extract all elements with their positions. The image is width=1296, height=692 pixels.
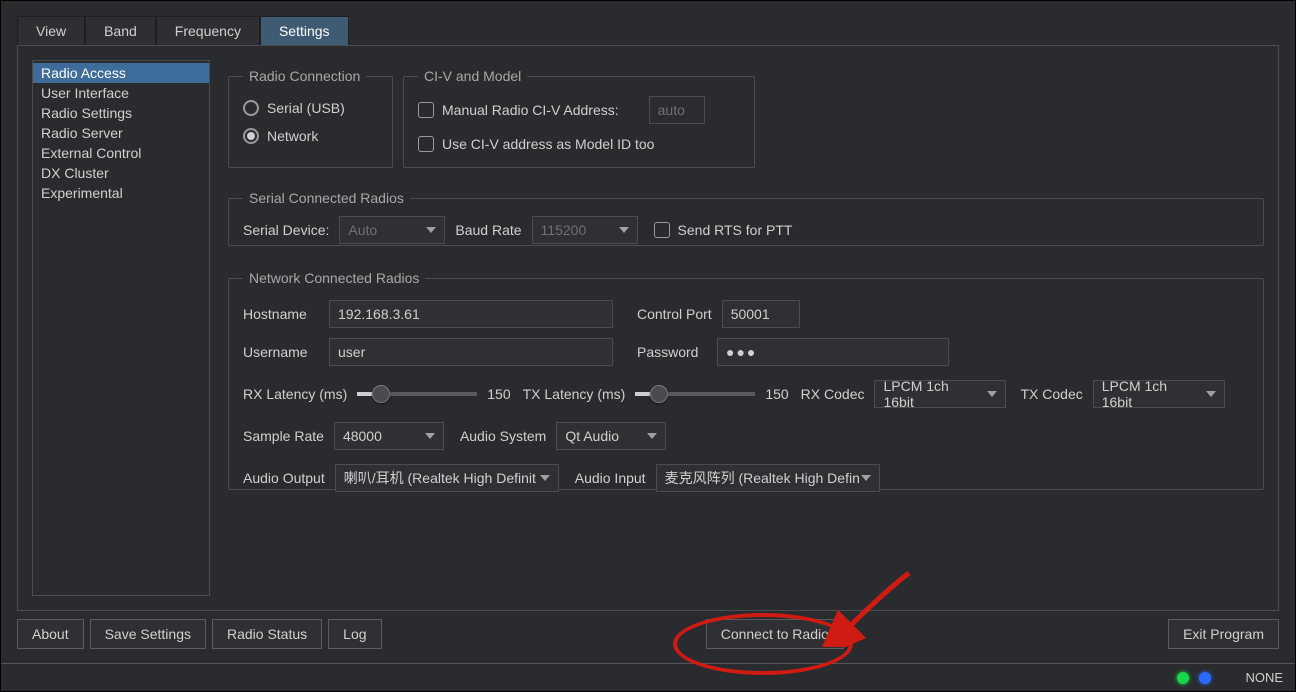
settings-panel: Radio Access User Interface Radio Settin… xyxy=(17,45,1279,611)
sidebar-item-experimental[interactable]: Experimental xyxy=(33,183,209,203)
tab-band[interactable]: Band xyxy=(85,16,156,45)
groupbox-network-radios: Network Connected Radios Hostname Contro… xyxy=(228,270,1264,490)
input-hostname[interactable] xyxy=(329,300,613,328)
app-window: View Band Frequency Settings Radio Acces… xyxy=(0,0,1296,692)
input-password[interactable] xyxy=(717,338,949,366)
select-baud-rate[interactable]: 115200 xyxy=(532,216,638,244)
settings-content: Radio Connection Serial (USB) Network CI… xyxy=(228,60,1264,596)
checkbox-manual-civ-label: Manual Radio CI-V Address: xyxy=(442,102,619,118)
select-audio-input[interactable]: 麦克风阵列 (Realtek High Defin xyxy=(656,464,880,492)
slider-tx-latency[interactable] xyxy=(635,385,755,403)
sidebar-item-user-interface[interactable]: User Interface xyxy=(33,83,209,103)
label-tx-codec: TX Codec xyxy=(1020,386,1082,402)
save-settings-button[interactable]: Save Settings xyxy=(90,619,206,649)
groupbox-radio-connection-legend: Radio Connection xyxy=(243,68,366,84)
status-led-green-icon xyxy=(1177,672,1189,684)
label-baud-rate: Baud Rate xyxy=(455,222,521,238)
input-control-port[interactable] xyxy=(722,300,800,328)
checkbox-rts-ptt[interactable]: Send RTS for PTT xyxy=(654,222,793,238)
footer-toolbar: About Save Settings Radio Status Log Con… xyxy=(17,617,1279,651)
sidebar-item-external-control[interactable]: External Control xyxy=(33,143,209,163)
select-sample-rate[interactable]: 48000 xyxy=(334,422,444,450)
radio-serial-usb-label: Serial (USB) xyxy=(267,100,345,116)
label-audio-input: Audio Input xyxy=(575,470,646,486)
status-led-blue-icon xyxy=(1199,672,1211,684)
value-tx-latency: 150 xyxy=(765,386,788,402)
groupbox-radio-connection: Radio Connection Serial (USB) Network xyxy=(228,68,393,168)
select-tx-codec[interactable]: LPCM 1ch 16bit xyxy=(1093,380,1225,408)
status-bar: NONE xyxy=(1,663,1295,691)
label-control-port: Control Port xyxy=(637,306,712,322)
checkbox-manual-civ[interactable]: Manual Radio CI-V Address: xyxy=(418,102,619,118)
exit-program-button[interactable]: Exit Program xyxy=(1168,619,1279,649)
select-serial-device[interactable]: Auto xyxy=(339,216,445,244)
checkbox-civ-as-model[interactable]: Use CI-V address as Model ID too xyxy=(418,136,654,152)
groupbox-serial-radios: Serial Connected Radios Serial Device: A… xyxy=(228,190,1264,246)
radio-network[interactable]: Network xyxy=(243,128,318,144)
log-button[interactable]: Log xyxy=(328,619,381,649)
label-tx-latency: TX Latency (ms) xyxy=(523,386,626,402)
sidebar-item-dx-cluster[interactable]: DX Cluster xyxy=(33,163,209,183)
radio-status-button[interactable]: Radio Status xyxy=(212,619,322,649)
input-civ-address xyxy=(649,96,705,124)
tab-bar: View Band Frequency Settings xyxy=(17,15,349,45)
about-button[interactable]: About xyxy=(17,619,84,649)
tab-frequency[interactable]: Frequency xyxy=(156,16,260,45)
groupbox-serial-radios-legend: Serial Connected Radios xyxy=(243,190,410,206)
label-audio-system: Audio System xyxy=(460,428,546,444)
settings-category-list: Radio Access User Interface Radio Settin… xyxy=(32,60,210,596)
input-username[interactable] xyxy=(329,338,613,366)
select-rx-codec[interactable]: LPCM 1ch 16bit xyxy=(874,380,1006,408)
groupbox-civ-model-legend: CI-V and Model xyxy=(418,68,527,84)
groupbox-network-radios-legend: Network Connected Radios xyxy=(243,270,425,286)
label-rx-codec: RX Codec xyxy=(801,386,865,402)
radio-network-label: Network xyxy=(267,128,318,144)
label-serial-device: Serial Device: xyxy=(243,222,329,238)
label-hostname: Hostname xyxy=(243,306,319,322)
select-audio-system[interactable]: Qt Audio xyxy=(556,422,666,450)
value-rx-latency: 150 xyxy=(487,386,510,402)
label-sample-rate: Sample Rate xyxy=(243,428,324,444)
checkbox-rts-ptt-label: Send RTS for PTT xyxy=(678,222,793,238)
select-audio-output[interactable]: 喇叭/耳机 (Realtek High Definit xyxy=(335,464,559,492)
sidebar-item-radio-server[interactable]: Radio Server xyxy=(33,123,209,143)
sidebar-item-radio-access[interactable]: Radio Access xyxy=(33,63,209,83)
label-rx-latency: RX Latency (ms) xyxy=(243,386,347,402)
label-audio-output: Audio Output xyxy=(243,470,325,486)
tab-settings[interactable]: Settings xyxy=(260,16,349,45)
tab-view[interactable]: View xyxy=(17,16,85,45)
label-username: Username xyxy=(243,344,319,360)
status-text: NONE xyxy=(1245,670,1283,685)
slider-rx-latency[interactable] xyxy=(357,385,477,403)
sidebar-item-radio-settings[interactable]: Radio Settings xyxy=(33,103,209,123)
groupbox-civ-model: CI-V and Model Manual Radio CI-V Address… xyxy=(403,68,755,168)
label-password: Password xyxy=(637,344,707,360)
checkbox-civ-as-model-label: Use CI-V address as Model ID too xyxy=(442,136,654,152)
connect-to-radio-button[interactable]: Connect to Radio xyxy=(706,619,844,649)
radio-serial-usb[interactable]: Serial (USB) xyxy=(243,100,345,116)
